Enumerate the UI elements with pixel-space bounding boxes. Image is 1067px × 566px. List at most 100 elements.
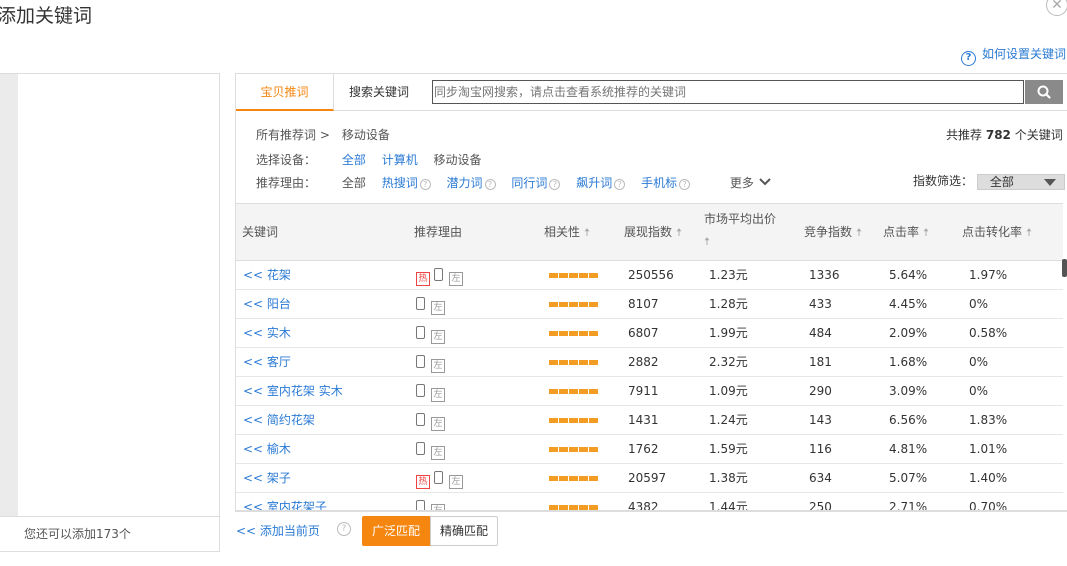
relevance-bar: [549, 464, 599, 492]
header-impressions[interactable]: 展现指数 🠅: [624, 204, 682, 260]
sort-up-arrow-icon[interactable]: 🠅: [923, 226, 929, 239]
help-icon[interactable]: ?: [337, 522, 351, 536]
table-body: << 花架 热左 250556 1.23元 1336 5.64% 1.97% <…: [236, 261, 1063, 510]
sort-up-arrow-icon[interactable]: 🠅: [704, 235, 710, 248]
header-reason: 推荐理由: [414, 225, 463, 239]
header-relevance-label: 相关性: [544, 225, 581, 239]
ctr: 6.56%: [889, 413, 928, 427]
phone-icon: [416, 413, 425, 426]
help-icon[interactable]: ?: [419, 179, 431, 190]
help-link-label: 如何设置关键词: [982, 47, 1067, 61]
ctr: 1.68%: [889, 355, 928, 369]
reason-option-all[interactable]: 全部: [342, 176, 366, 190]
breadcrumb: 所有推荐词 > 移动设备: [256, 126, 402, 144]
search-input[interactable]: [433, 81, 1023, 103]
phone-icon: [434, 268, 443, 281]
relevance-bar: [549, 290, 599, 318]
avg-bid: 1.99元: [709, 326, 748, 340]
sort-up-arrow-icon[interactable]: 🠅: [676, 226, 682, 239]
phone-icon: [416, 384, 425, 397]
relevance-meter: [549, 331, 599, 336]
index-filter-select[interactable]: 全部: [976, 173, 1065, 190]
left-badge: 左: [431, 388, 445, 402]
reason-option-hot[interactable]: 热搜词?: [382, 176, 431, 190]
device-option-all[interactable]: 全部: [342, 153, 366, 167]
help-icon[interactable]: ?: [484, 179, 496, 190]
help-icon[interactable]: ?: [614, 179, 626, 190]
keyword-link[interactable]: << 榆木: [243, 435, 291, 463]
relevance-meter: [549, 360, 599, 365]
left-badge: 左: [449, 475, 463, 489]
reason-badges: 左: [416, 435, 445, 463]
left-badge: 左: [431, 446, 445, 460]
sort-up-arrow-icon[interactable]: 🠅: [584, 226, 590, 239]
broad-match-button[interactable]: 广泛匹配: [362, 516, 430, 546]
reason-option-rising-label: 飙升词: [576, 176, 613, 190]
reason-option-peer[interactable]: 同行词?: [511, 176, 561, 190]
left-badge: 左: [431, 504, 445, 510]
keyword-link[interactable]: << 室内花架 实木: [243, 377, 343, 405]
relevance-meter: [549, 476, 599, 481]
keyword-link[interactable]: << 阳台: [243, 290, 291, 318]
competition: 290: [809, 384, 832, 398]
keyword-link[interactable]: << 室内花架子: [243, 493, 327, 510]
help-icon[interactable]: ?: [679, 179, 691, 190]
tab-recommend[interactable]: 宝贝推词: [236, 74, 334, 111]
table-row: << 榆木 左 1762 1.59元 116 4.81% 1.01%: [236, 435, 1063, 464]
keyword-link[interactable]: << 花架: [243, 261, 291, 289]
reason-option-potential[interactable]: 潜力词?: [447, 176, 496, 190]
cvr: 0%: [969, 384, 989, 398]
tab-search-keywords[interactable]: 搜索关键词: [334, 74, 424, 111]
keyword-link[interactable]: << 实木: [243, 319, 291, 347]
table-scrollbar[interactable]: [1062, 259, 1067, 277]
impressions: 8107: [628, 297, 659, 311]
sort-up-arrow-icon[interactable]: 🠅: [1026, 226, 1032, 239]
impressions: 1431: [628, 413, 659, 427]
header-ctr[interactable]: 点击率 🠅: [883, 204, 929, 260]
keyword-link[interactable]: << 架子: [243, 464, 291, 492]
header-competition[interactable]: 竞争指数 🠅: [804, 204, 862, 260]
header-avg-bid[interactable]: 市场平均出价 🠅: [704, 208, 776, 264]
keyword-link[interactable]: << 客厅: [243, 348, 291, 376]
relevance-bar: [549, 319, 599, 347]
breadcrumb-current: 移动设备: [341, 128, 390, 142]
competition: 433: [809, 297, 832, 311]
search-box: [432, 80, 1024, 104]
relevance-bar: [549, 261, 599, 289]
relevance-bar: [549, 348, 599, 376]
impressions: 250556: [628, 268, 674, 282]
device-label: 选择设备：: [256, 153, 317, 167]
device-option-mobile[interactable]: 移动设备: [434, 153, 482, 167]
avg-bid: 1.24元: [709, 413, 748, 427]
competition: 484: [809, 326, 832, 340]
close-icon[interactable]: ✕: [1046, 0, 1067, 16]
avg-bid: 1.23元: [709, 268, 748, 282]
competition: 1336: [809, 268, 840, 282]
reason-option-mobile[interactable]: 手机标?: [641, 176, 691, 190]
sort-up-arrow-icon[interactable]: 🠅: [856, 226, 862, 239]
more-button[interactable]: 更多: [730, 176, 772, 190]
reason-option-rising[interactable]: 飙升词?: [576, 176, 626, 190]
relevance-meter: [549, 273, 599, 278]
exact-match-button[interactable]: 精确匹配: [430, 516, 498, 546]
hot-badge: 热: [416, 272, 430, 286]
device-option-computer[interactable]: 计算机: [382, 153, 418, 167]
table-row: << 室内花架子 左 4382 1.44元 250 2.71% 0.70%: [236, 493, 1063, 510]
add-current-page-link[interactable]: << 添加当前页: [236, 522, 320, 539]
search-button[interactable]: [1025, 80, 1063, 104]
reason-option-potential-label: 潜力词: [446, 176, 483, 190]
help-icon[interactable]: ?: [549, 179, 561, 190]
impressions: 1762: [628, 442, 659, 456]
ctr: 2.09%: [889, 326, 928, 340]
header-cvr[interactable]: 点击转化率 🠅: [962, 204, 1032, 260]
dropdown-triangle-icon: [1043, 178, 1056, 186]
breadcrumb-root[interactable]: 所有推荐词 >: [256, 128, 330, 142]
keyword-link[interactable]: << 简约花架: [243, 406, 315, 434]
header-impressions-label: 展现指数: [624, 225, 673, 239]
help-link[interactable]: ? 如何设置关键词: [961, 45, 1066, 66]
reason-badges: 左: [416, 377, 445, 405]
relevance-meter: [549, 505, 599, 510]
header-relevance[interactable]: 相关性 🠅: [544, 204, 590, 260]
relevance-bar: [549, 493, 599, 510]
relevance-bar: [549, 435, 599, 463]
